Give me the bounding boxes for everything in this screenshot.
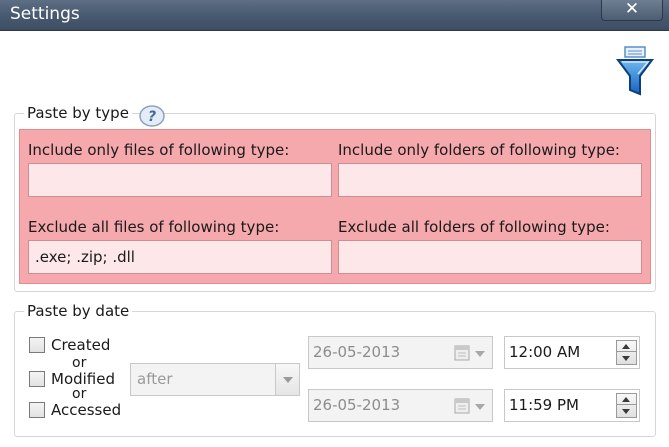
window-title: Settings	[10, 4, 80, 24]
chevron-down-icon[interactable]	[475, 404, 485, 410]
date-to-value: 26-05-2013	[313, 396, 401, 414]
date-from-picker[interactable]: 26-05-2013	[308, 336, 493, 369]
include-folders-input[interactable]	[338, 163, 642, 197]
include-folders-label: Include only folders of following type:	[338, 141, 620, 159]
exclude-folders-label: Exclude all folders of following type:	[338, 218, 610, 236]
modified-checkbox[interactable]	[29, 371, 45, 387]
date-to-picker[interactable]: 26-05-2013	[308, 389, 493, 422]
time-from-picker[interactable]: 12:00 AM	[504, 336, 640, 369]
title-bar: Settings ✕	[0, 0, 669, 31]
chevron-down-icon[interactable]	[475, 351, 485, 357]
help-question-icon[interactable]: ?	[138, 104, 166, 128]
date-condition-select[interactable]: after	[130, 363, 300, 396]
date-condition-value: after	[137, 370, 173, 388]
paste-by-date-legend: Paste by date	[24, 302, 133, 320]
include-files-label: Include only files of following type:	[28, 141, 290, 159]
paste-by-type-legend: Paste by type	[24, 104, 132, 122]
calendar-icon[interactable]	[454, 397, 470, 414]
filter-funnel-icon[interactable]	[616, 46, 654, 98]
calendar-icon[interactable]	[454, 344, 470, 361]
accessed-checkbox[interactable]	[29, 402, 45, 418]
or-text: or	[72, 355, 87, 371]
created-checkbox[interactable]	[29, 337, 45, 353]
spin-down-icon[interactable]	[617, 353, 636, 364]
time-to-spinner[interactable]	[616, 393, 637, 418]
chevron-down-icon[interactable]	[275, 364, 299, 395]
time-to-value: 11:59 PM	[509, 396, 579, 414]
spin-up-icon[interactable]	[617, 341, 636, 352]
created-label[interactable]: Created	[51, 336, 110, 354]
svg-text:?: ?	[148, 109, 156, 125]
exclude-files-input[interactable]: .exe; .zip; .dll	[28, 240, 332, 274]
spin-down-icon[interactable]	[617, 406, 636, 417]
exclude-folders-input[interactable]	[338, 240, 642, 274]
close-button[interactable]: ✕	[601, 0, 663, 21]
accessed-label[interactable]: Accessed	[51, 401, 121, 419]
time-from-spinner[interactable]	[616, 340, 637, 365]
time-from-value: 12:00 AM	[509, 343, 581, 361]
exclude-files-label: Exclude all files of following type:	[28, 218, 280, 236]
date-from-value: 26-05-2013	[313, 343, 401, 361]
spin-up-icon[interactable]	[617, 394, 636, 405]
time-to-picker[interactable]: 11:59 PM	[504, 389, 640, 422]
include-files-input[interactable]	[28, 163, 332, 197]
or-text: or	[72, 386, 87, 402]
close-icon: ✕	[624, 0, 640, 19]
